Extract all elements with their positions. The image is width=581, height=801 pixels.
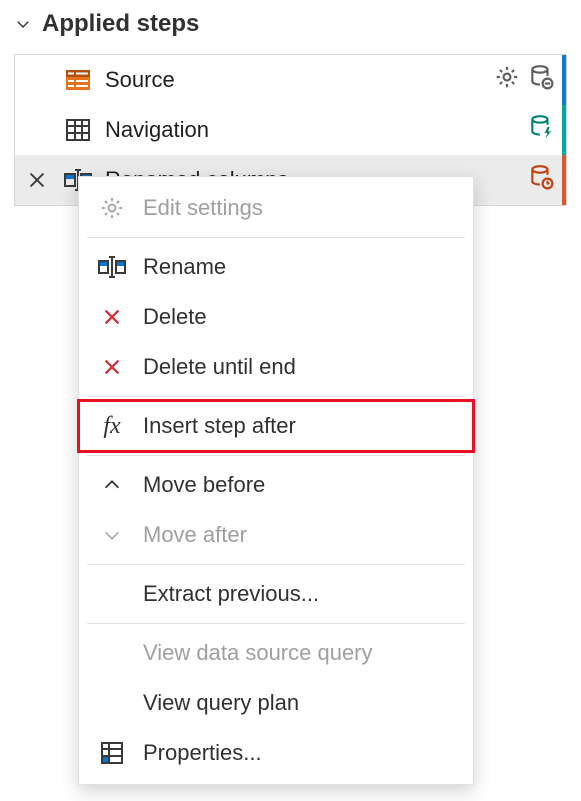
step-navigation[interactable]: Navigation — [15, 105, 566, 155]
menu-label: Delete until end — [143, 354, 296, 380]
chevron-up-icon — [97, 470, 127, 500]
menu-move-before[interactable]: Move before — [79, 460, 473, 510]
menu-label: View query plan — [143, 690, 299, 716]
menu-label: Rename — [143, 254, 226, 280]
menu-view-query-plan[interactable]: View query plan — [79, 678, 473, 728]
menu-label: Insert step after — [143, 413, 296, 439]
menu-separator — [87, 396, 465, 397]
table-icon — [63, 115, 93, 145]
source-icon — [63, 65, 93, 95]
menu-separator — [87, 237, 465, 238]
database-remove-icon[interactable] — [528, 64, 554, 96]
applied-steps-header[interactable]: Applied steps — [0, 0, 581, 48]
gear-icon — [97, 193, 127, 223]
menu-label: Extract previous... — [143, 581, 319, 607]
menu-separator — [87, 564, 465, 565]
menu-label: Move after — [143, 522, 247, 548]
blank-icon — [97, 638, 127, 668]
properties-icon — [97, 738, 127, 768]
menu-properties[interactable]: Properties... — [79, 728, 473, 778]
menu-insert-step-after[interactable]: fx Insert step after — [79, 401, 473, 451]
menu-label: View data source query — [143, 640, 373, 666]
menu-separator — [87, 455, 465, 456]
rename-icon — [97, 252, 127, 282]
gear-icon[interactable] — [494, 64, 520, 96]
close-icon — [97, 352, 127, 382]
chevron-down-icon — [14, 15, 32, 33]
menu-move-after: Move after — [79, 510, 473, 560]
database-bolt-icon[interactable] — [528, 114, 554, 146]
chevron-down-icon — [97, 520, 127, 550]
menu-edit-settings: Edit settings — [79, 183, 473, 233]
step-label: Navigation — [105, 117, 516, 143]
menu-view-data-source-query: View data source query — [79, 628, 473, 678]
step-source[interactable]: Source — [15, 55, 566, 105]
menu-label: Properties... — [143, 740, 262, 766]
menu-label: Move before — [143, 472, 265, 498]
step-label: Source — [105, 67, 482, 93]
context-menu: Edit settings Rename Delete Delete until… — [78, 176, 474, 785]
blank-icon — [97, 579, 127, 609]
blank-icon — [97, 688, 127, 718]
menu-label: Edit settings — [143, 195, 263, 221]
fx-icon: fx — [97, 411, 127, 441]
close-icon — [97, 302, 127, 332]
menu-rename[interactable]: Rename — [79, 242, 473, 292]
menu-label: Delete — [143, 304, 207, 330]
menu-delete[interactable]: Delete — [79, 292, 473, 342]
menu-delete-until-end[interactable]: Delete until end — [79, 342, 473, 392]
database-clock-icon[interactable] — [528, 164, 554, 196]
panel-title: Applied steps — [42, 10, 199, 38]
menu-extract-previous[interactable]: Extract previous... — [79, 569, 473, 619]
menu-separator — [87, 623, 465, 624]
delete-step-icon[interactable] — [23, 169, 51, 191]
